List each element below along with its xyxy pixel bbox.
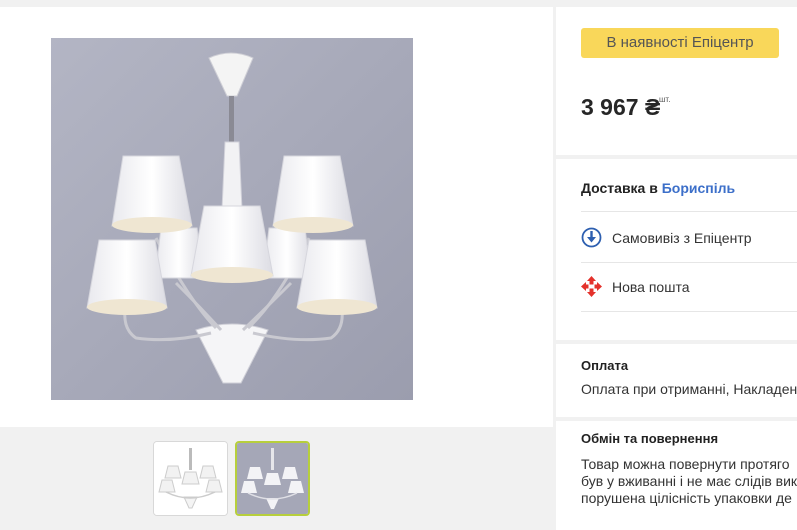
divider bbox=[581, 311, 797, 312]
payment-card: Оплата Оплата при отриманні, Накладен bbox=[556, 344, 797, 417]
delivery-heading-prefix: Доставка в bbox=[581, 180, 658, 196]
availability-badge: В наявності Епіцентр bbox=[581, 28, 779, 58]
product-price: 3 967 ₴ bbox=[581, 94, 661, 120]
delivery-option-label: Нова пошта bbox=[612, 278, 690, 295]
product-sidebar: В наявності Епіцентр 3 967 ₴ шт. Доставк… bbox=[556, 7, 797, 530]
returns-heading: Обмін та повернення bbox=[581, 431, 719, 446]
nova-poshta-icon bbox=[581, 276, 602, 297]
product-gallery bbox=[0, 7, 553, 427]
returns-text-line: був у вживанні і не має слідів вик bbox=[581, 473, 797, 489]
delivery-city-link[interactable]: Бориспіль bbox=[662, 180, 735, 196]
divider bbox=[581, 262, 797, 263]
price-unit: шт. bbox=[659, 95, 671, 104]
thumbnail-2[interactable] bbox=[235, 441, 310, 516]
price-card: В наявності Епіцентр 3 967 ₴ шт. bbox=[556, 7, 797, 155]
delivery-option-label: Самовивіз з Епіцентр bbox=[612, 229, 752, 246]
returns-card: Обмін та повернення Товар можна повернут… bbox=[556, 421, 797, 530]
product-main-image[interactable] bbox=[51, 38, 413, 400]
thumbnail-1[interactable] bbox=[153, 441, 228, 516]
payment-text: Оплата при отриманні, Накладен bbox=[581, 381, 797, 397]
chandelier-thumbnail-white bbox=[154, 442, 227, 515]
delivery-option-nova-poshta[interactable]: Нова пошта bbox=[581, 276, 690, 297]
divider bbox=[581, 211, 797, 212]
chandelier-thumbnail-gray bbox=[237, 443, 308, 514]
delivery-card: Доставка в Бориспіль Самовивіз з Епіцент… bbox=[556, 159, 797, 340]
thumbnail-strip bbox=[0, 436, 553, 530]
chandelier-illustration bbox=[51, 38, 413, 400]
returns-text-line: порушена цілісність упаковки де bbox=[581, 490, 792, 506]
returns-text-line: Товар можна повернути протяго bbox=[581, 456, 790, 472]
delivery-heading: Доставка в Бориспіль bbox=[581, 180, 735, 196]
pickup-icon bbox=[581, 227, 602, 248]
payment-heading: Оплата bbox=[581, 358, 629, 373]
delivery-option-pickup[interactable]: Самовивіз з Епіцентр bbox=[581, 227, 752, 248]
